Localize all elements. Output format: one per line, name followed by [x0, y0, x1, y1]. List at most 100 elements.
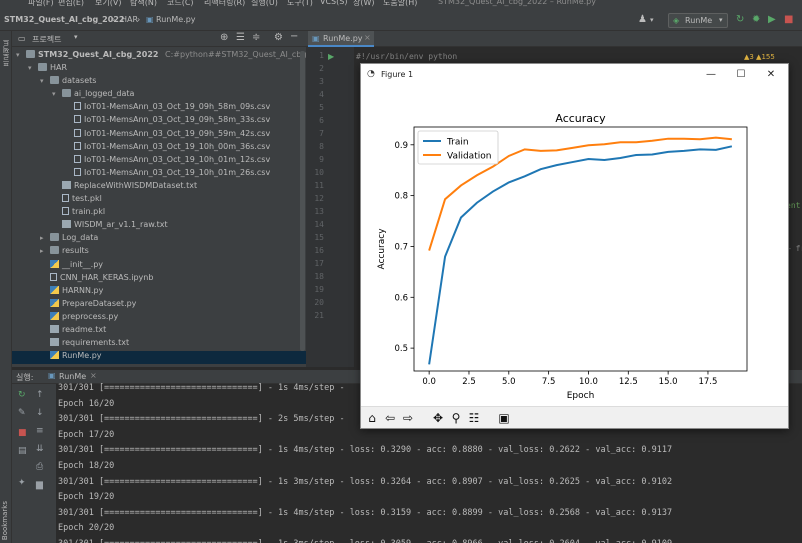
breadcrumb-project[interactable]: STM32_Quest_AI_cbg_2022: [4, 15, 124, 24]
matplotlib-figure-window: ◔ Figure 1 — ☐ ✕ Accuracy Epoch Accuracy 0.…: [360, 63, 789, 429]
breadcrumb-folder[interactable]: HAR: [121, 15, 138, 24]
project-tree-item[interactable]: IoT01-MemsAnn_03_Oct_19_09h_59m_42s.csv: [64, 128, 270, 142]
pan-icon[interactable]: ✥: [430, 410, 446, 426]
project-tree-item[interactable]: WISDM_ar_v1.1_raw.txt: [52, 220, 168, 233]
project-tree-item[interactable]: IoT01-MemsAnn_03_Oct_19_10h_01m_26s.csv: [64, 167, 271, 181]
rerun-icon[interactable]: ↻: [18, 390, 26, 400]
folder-icon: ▭: [18, 34, 26, 43]
configure-icon[interactable]: ☷: [466, 410, 482, 426]
editor-tab-runme[interactable]: ▣ RunMe.py ×: [308, 31, 374, 47]
code-line[interactable]: #!/usr/bin/env python: [356, 52, 457, 61]
figure-window-title: Figure 1: [381, 70, 414, 79]
soft-wrap-icon[interactable]: ≡: [36, 426, 44, 436]
gear-icon[interactable]: ⚙: [274, 32, 283, 43]
run-tab-label[interactable]: RunMe: [59, 372, 86, 381]
home-icon[interactable]: ⌂: [364, 410, 380, 426]
menu-item[interactable]: 파일(F): [28, 0, 54, 8]
menu-item[interactable]: 보기(V): [95, 0, 121, 8]
project-tree-item[interactable]: HARNN.py: [40, 285, 103, 299]
project-tool-window-label[interactable]: 프로젝트: [1, 39, 11, 67]
project-tree-item[interactable]: RunMe.py: [12, 351, 306, 365]
console-line: 301/301 [==============================]…: [58, 445, 673, 456]
line-number: 6: [319, 116, 324, 125]
project-scrollbar[interactable]: [300, 51, 305, 351]
wrench-icon[interactable]: ✎: [18, 408, 26, 418]
menu-item[interactable]: VCS(S): [320, 0, 347, 6]
back-icon[interactable]: ⇦: [382, 410, 398, 426]
tree-item-label: results: [62, 246, 89, 256]
tree-item-label: IoT01-MemsAnn_03_Oct_19_10h_01m_26s.csv: [84, 167, 271, 177]
scroll-to-end-icon[interactable]: ⇊: [36, 444, 44, 454]
project-tree-item[interactable]: ReplaceWithWISDMDataset.txt: [52, 180, 197, 194]
pin-icon[interactable]: ✦: [18, 478, 26, 488]
hide-icon[interactable]: −: [290, 31, 298, 42]
rerun-icon[interactable]: ↻: [736, 15, 744, 25]
collapse-all-icon[interactable]: ≑: [252, 32, 260, 43]
inspection-widget[interactable]: ▲3 ▲155: [744, 53, 775, 61]
project-tree-item[interactable]: preprocess.py: [40, 311, 118, 325]
save-icon[interactable]: ▣: [496, 410, 512, 426]
close-icon[interactable]: ×: [364, 33, 371, 42]
project-tree-item[interactable]: __init__.py: [40, 259, 103, 273]
menu-item[interactable]: 도움말(H): [383, 0, 417, 8]
trash-icon[interactable]: ▆: [36, 480, 43, 490]
project-tree-item[interactable]: requirements.txt: [40, 338, 129, 351]
project-tree-item[interactable]: PrepareDataset.py: [40, 298, 136, 312]
menu-item[interactable]: 리팩터링(R): [204, 0, 245, 8]
window-title: STM32_Quest_AI_cbg_2022 – RunMe.py: [438, 0, 596, 6]
close-icon[interactable]: ×: [90, 371, 97, 380]
layout-icon[interactable]: ▤: [18, 446, 27, 456]
project-tree-item[interactable]: readme.txt: [40, 325, 106, 338]
project-tree-item[interactable]: ▾ HAR: [28, 63, 67, 76]
user-icon[interactable]: ♟: [638, 15, 647, 25]
debug-icon[interactable]: ✹: [752, 15, 760, 25]
stop-icon[interactable]: ■: [784, 15, 793, 25]
menu-item[interactable]: 코드(C): [167, 0, 194, 8]
menu-item[interactable]: 도구(T): [287, 0, 313, 8]
locate-icon[interactable]: ⊕: [220, 32, 228, 43]
stop-icon[interactable]: ■: [18, 428, 27, 438]
line-number: 17: [314, 259, 324, 268]
expand-all-icon[interactable]: ☰: [236, 32, 245, 43]
bookmarks-tool-window-label[interactable]: Bookmarks: [1, 501, 9, 540]
project-tree-item[interactable]: IoT01-MemsAnn_03_Oct_19_10h_01m_12s.csv: [64, 154, 270, 168]
project-tree-item[interactable]: ▾ ai_logged_data: [52, 89, 134, 102]
console-line: 301/301 [==============================]…: [58, 414, 345, 425]
project-tree-item[interactable]: ▸ Log_data: [40, 233, 98, 246]
project-tree-item[interactable]: train.pkl: [52, 207, 105, 220]
minimize-icon[interactable]: —: [703, 67, 719, 83]
run-configuration-select[interactable]: ◈ RunMe ▾: [668, 13, 728, 28]
chevron-down-icon[interactable]: ▾: [74, 33, 78, 41]
project-tree-item[interactable]: test.pkl: [52, 194, 102, 207]
project-tree-item[interactable]: IoT01-MemsAnn_03_Oct_19_09h_58m_09s.csv: [64, 102, 270, 115]
project-tree-item[interactable]: IoT01-MemsAnn_03_Oct_19_09h_58m_33s.csv: [64, 115, 270, 128]
legend-label: Validation: [447, 152, 491, 162]
tree-item-label: ai_logged_data: [74, 89, 135, 99]
menu-item[interactable]: 실행(U): [251, 0, 278, 8]
project-root[interactable]: ▾ STM32_Quest_AI_cbg_2022 C:#python##STM3…: [16, 50, 331, 63]
project-tree-item[interactable]: ▸ results: [40, 246, 89, 259]
user-dropdown-icon[interactable]: ▾: [650, 15, 654, 25]
breadcrumb-file[interactable]: RunMe.py: [156, 15, 196, 24]
menu-item[interactable]: 편집(E): [58, 0, 84, 8]
forward-icon[interactable]: ⇨: [400, 410, 416, 426]
coverage-icon[interactable]: ▶: [768, 15, 776, 25]
tree-item-label: datasets: [62, 76, 97, 86]
chevron-right-icon: ▸: [40, 234, 44, 243]
menu-item[interactable]: 탐색(N): [130, 0, 157, 8]
run-gutter-icon[interactable]: ▶: [328, 52, 334, 61]
y-tick-label: 0.6: [394, 293, 408, 303]
project-tree-item[interactable]: IoT01-MemsAnn_03_Oct_19_10h_00m_36s.csv: [64, 141, 270, 155]
maximize-icon[interactable]: ☐: [733, 67, 749, 83]
folder-icon: [50, 246, 59, 255]
close-icon[interactable]: ✕: [763, 67, 779, 83]
zoom-icon[interactable]: ⚲: [448, 410, 464, 426]
project-tree-item[interactable]: ▾ datasets: [40, 76, 96, 89]
menu-item[interactable]: 창(W): [353, 0, 375, 8]
print-icon[interactable]: ⎙: [36, 462, 43, 472]
down-icon[interactable]: ↓: [36, 408, 44, 418]
project-tree-item[interactable]: CNN_HAR_KERAS.ipynb: [40, 272, 153, 286]
project-panel-title[interactable]: 프로젝트: [32, 34, 61, 45]
y-tick-label: 0.5: [394, 344, 408, 354]
up-icon[interactable]: ↑: [36, 390, 44, 400]
